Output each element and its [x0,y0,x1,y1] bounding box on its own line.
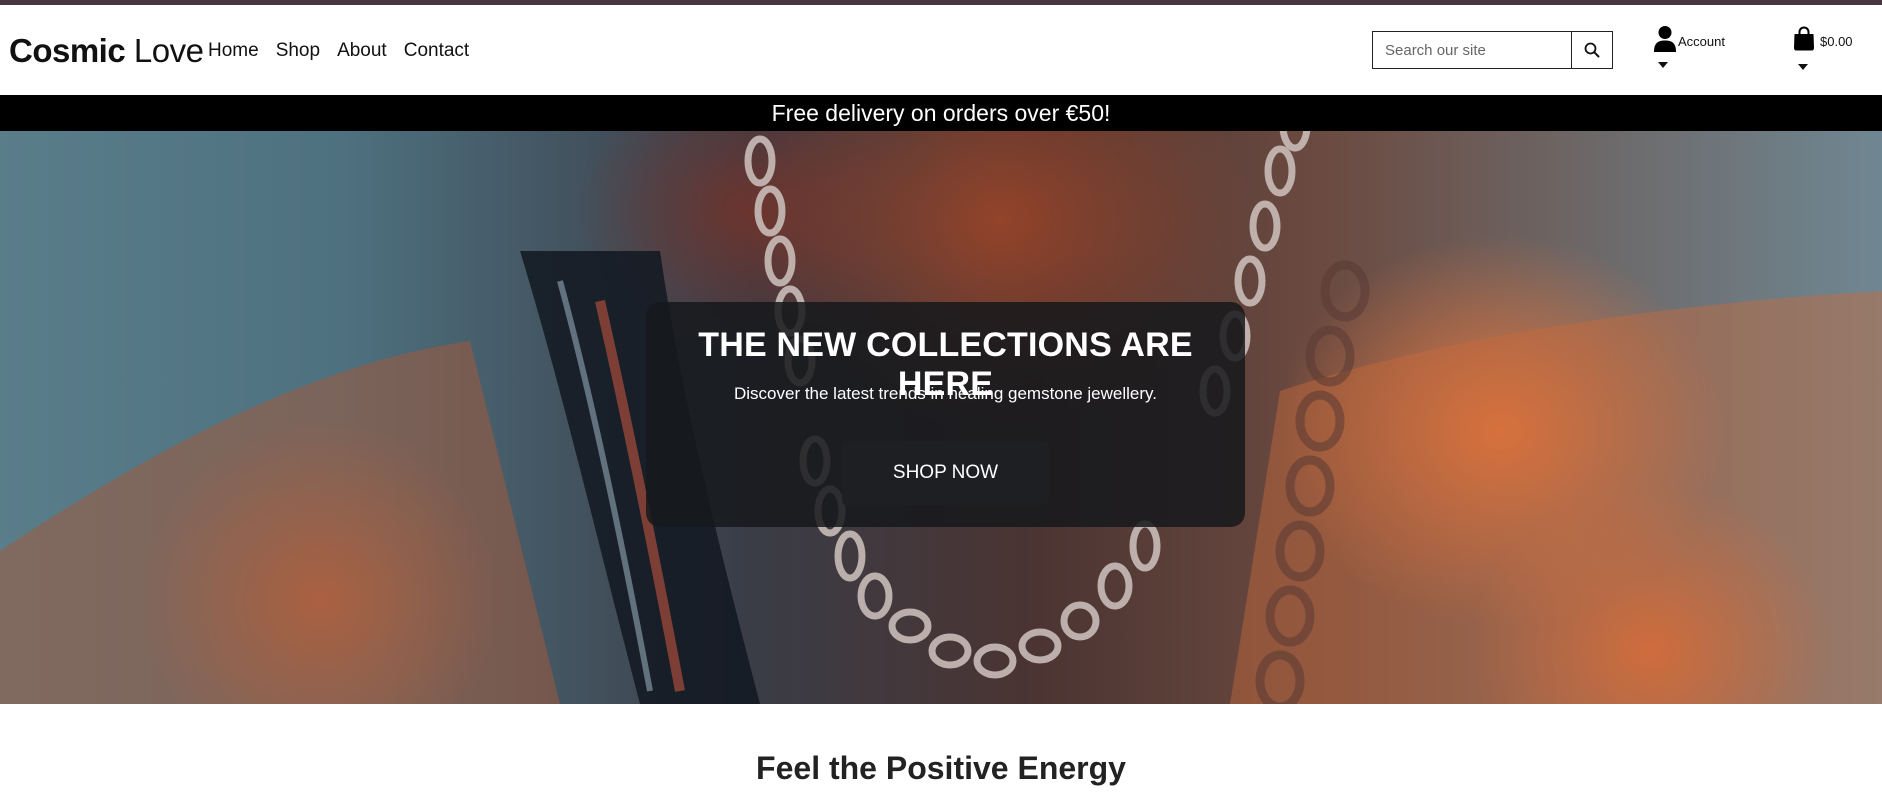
cart-menu[interactable]: $0.00 [1793,25,1878,75]
account-menu[interactable]: Account [1653,25,1743,75]
promo-banner: Free delivery on orders over €50! [0,95,1882,131]
nav-home[interactable]: Home [208,40,259,62]
hero-card: THE NEW COLLECTIONS ARE HERE Discover th… [646,302,1245,527]
search-button[interactable] [1572,32,1612,68]
logo-light-text: Love [133,32,204,69]
search-icon [1584,42,1600,58]
site-header: Cosmic Love Home Shop About Contact Acco… [0,5,1882,95]
section-title: Feel the Positive Energy [756,750,1126,786]
cart-caret-down-icon [1798,64,1808,70]
logo-bold-text: Cosmic [9,32,126,69]
cart-total: $0.00 [1820,34,1853,49]
hero-banner: THE NEW COLLECTIONS ARE HERE Discover th… [0,131,1882,704]
account-caret-down-icon [1658,62,1668,68]
site-logo[interactable]: Cosmic Love [9,32,204,70]
search-input[interactable] [1373,32,1572,68]
account-label: Account [1678,34,1725,49]
hero-subtitle: Discover the latest trends in healing ge… [733,384,1157,403]
user-icon [1654,26,1676,52]
search-form [1372,31,1613,69]
nav-contact[interactable]: Contact [404,40,469,62]
shopping-bag-icon [1794,26,1814,51]
shop-now-button[interactable]: SHOP NOW [842,441,1049,505]
nav-shop[interactable]: Shop [276,40,320,62]
nav-about[interactable]: About [337,40,387,62]
main-nav: Home Shop About Contact [208,40,469,62]
